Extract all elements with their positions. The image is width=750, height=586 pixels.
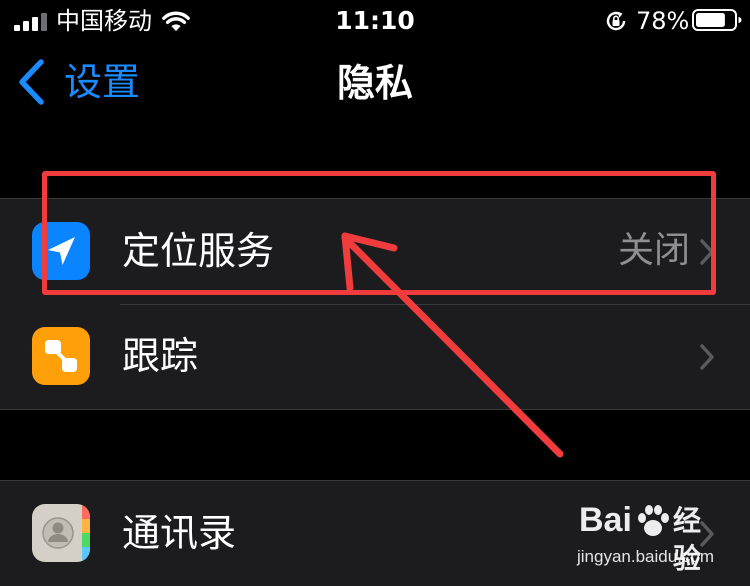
location-services-value: 关闭: [617, 230, 690, 271]
contacts-icon: [32, 504, 90, 562]
chevron-right-icon: [700, 521, 714, 547]
data-access-group: 通讯录: [0, 480, 750, 586]
tracking-row[interactable]: 跟踪: [0, 304, 750, 409]
privacy-settings-group: 定位服务 关闭 跟踪: [0, 198, 750, 410]
chevron-right-icon: [700, 239, 714, 265]
battery-percentage: 78%: [636, 7, 690, 35]
contacts-row[interactable]: 通讯录: [0, 481, 750, 586]
contacts-label: 通讯录: [122, 511, 237, 555]
battery-icon: [692, 9, 742, 31]
page-title: 隐私: [336, 61, 413, 105]
location-services-label: 定位服务: [122, 229, 275, 273]
tracking-icon: [32, 327, 90, 385]
location-services-row[interactable]: 定位服务 关闭: [0, 199, 750, 304]
chevron-right-icon: [700, 344, 714, 370]
tracking-label: 跟踪: [122, 334, 199, 378]
location-arrow-icon: [32, 222, 90, 280]
status-bar: 中国移动 11:10 78%: [0, 0, 750, 42]
rotation-lock-icon: [606, 11, 626, 31]
navigation-bar: 设置 隐私: [0, 42, 750, 128]
